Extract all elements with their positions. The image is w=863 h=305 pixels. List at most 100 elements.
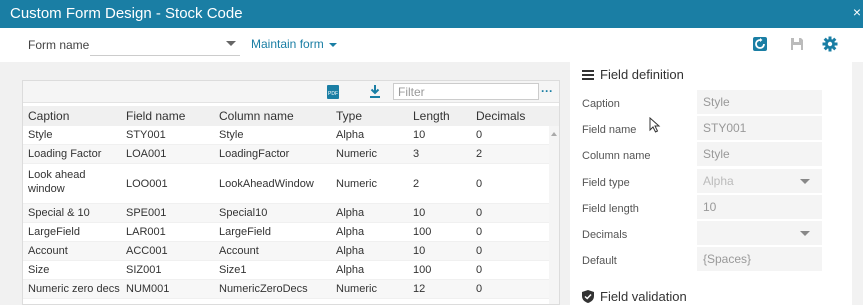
cell-length: 100 xyxy=(413,264,432,276)
title-bar: Custom Form Design - Stock Code × xyxy=(0,0,863,28)
download-icon[interactable] xyxy=(369,85,381,98)
shield-check-icon xyxy=(582,290,594,303)
table-row[interactable]: Loading Factor LOA001 LoadingFactor Nume… xyxy=(23,145,549,164)
cell-field-name: SIZ001 xyxy=(126,264,162,276)
cell-field-name: LOO001 xyxy=(126,178,168,190)
refresh-icon[interactable] xyxy=(752,36,768,52)
cell-column-name: Special10 xyxy=(219,207,268,219)
column-header-type[interactable]: Type xyxy=(336,109,362,123)
field-name-field[interactable]: STY001 xyxy=(697,116,822,140)
column-header-length[interactable]: Length xyxy=(413,109,450,123)
scroll-up-icon[interactable] xyxy=(551,132,557,136)
field-length-label: Field length xyxy=(582,203,639,215)
cell-decimals: 0 xyxy=(476,207,483,219)
form-name-label: Form name xyxy=(28,38,90,52)
field-type-select[interactable]: Alpha xyxy=(697,169,822,193)
decimals-select[interactable] xyxy=(697,221,822,245)
settings-icon[interactable] xyxy=(822,36,838,52)
filter-input[interactable] xyxy=(393,83,539,100)
fields-grid: PDF ··· Caption Field name Column name T… xyxy=(22,80,560,305)
cell-type: Numeric xyxy=(336,148,377,160)
more-options-icon[interactable]: ··· xyxy=(541,84,553,98)
table-row[interactable]: Numeric zero decs NUM001 NumericZeroDecs… xyxy=(23,280,549,299)
cell-field-name: NUM001 xyxy=(126,283,170,295)
table-row[interactable]: LargeField LAR001 LargeField Alpha 100 0 xyxy=(23,223,549,242)
save-icon[interactable] xyxy=(789,36,805,52)
cell-caption: Style xyxy=(28,129,53,141)
cell-field-name: STY001 xyxy=(126,129,166,141)
cell-field-name: LAR001 xyxy=(126,226,166,238)
cell-decimals: 0 xyxy=(476,178,483,190)
cell-type: Alpha xyxy=(336,245,365,257)
cell-field-name: ACC001 xyxy=(126,245,168,257)
cell-type: Numeric xyxy=(336,178,377,190)
cell-column-name: LargeField xyxy=(219,226,271,238)
cell-type: Alpha xyxy=(336,264,365,276)
cell-type: Numeric xyxy=(336,283,377,295)
cell-decimals: 0 xyxy=(476,245,483,257)
chevron-down-icon xyxy=(800,179,810,184)
pdf-icon[interactable]: PDF xyxy=(327,85,339,99)
cell-field-name: LOA001 xyxy=(126,148,167,160)
table-row[interactable]: Look ahead window LOO001 LookAheadWindow… xyxy=(23,164,549,204)
field-definition-panel: Field definition Caption Style Field nam… xyxy=(570,62,852,305)
maintain-form-menu[interactable]: Maintain form xyxy=(251,37,337,51)
cell-caption: Special & 10 xyxy=(28,207,90,219)
default-field[interactable]: {Spaces} xyxy=(697,247,822,271)
cell-column-name: Style xyxy=(219,129,244,141)
decimals-label: Decimals xyxy=(582,229,628,241)
cell-decimals: 2 xyxy=(476,148,483,160)
default-label: Default xyxy=(582,255,617,267)
form-toolbar: Form name Maintain form xyxy=(0,28,863,62)
close-icon[interactable]: × xyxy=(853,4,861,20)
cell-caption: Loading Factor xyxy=(28,148,102,160)
mouse-cursor-icon xyxy=(649,117,661,133)
form-name-input[interactable] xyxy=(90,34,240,56)
field-name-label: Field name xyxy=(582,124,637,136)
list-icon xyxy=(582,70,594,80)
svg-text:PDF: PDF xyxy=(328,91,338,97)
caption-label: Caption xyxy=(582,98,620,110)
panel-scroll-gutter xyxy=(852,62,863,305)
table-row[interactable]: Account ACC001 Account Alpha 10 0 xyxy=(23,242,549,261)
column-header-decimals[interactable]: Decimals xyxy=(476,109,525,123)
chevron-down-icon[interactable] xyxy=(226,41,236,46)
cell-column-name: LookAheadWindow xyxy=(219,178,314,190)
caption-field[interactable]: Style xyxy=(697,90,822,114)
field-length-field[interactable]: 10 xyxy=(697,195,822,219)
cell-decimals: 0 xyxy=(476,226,483,238)
cell-type: Alpha xyxy=(336,207,365,219)
column-header-field-name[interactable]: Field name xyxy=(126,109,185,123)
field-validation-title: Field validation xyxy=(600,289,687,304)
window-title: Custom Form Design - Stock Code xyxy=(10,5,243,22)
cell-caption: LargeField xyxy=(28,226,80,238)
cell-length: 2 xyxy=(413,178,420,190)
column-header-column-name[interactable]: Column name xyxy=(219,109,294,123)
cell-type: Alpha xyxy=(336,226,365,238)
cell-column-name: Size1 xyxy=(219,264,247,276)
cell-length: 10 xyxy=(413,129,426,141)
chevron-down-icon xyxy=(328,42,337,47)
cell-length: 3 xyxy=(413,148,420,160)
cell-length: 10 xyxy=(413,245,426,257)
cell-field-name: SPE001 xyxy=(126,207,167,219)
column-name-field[interactable]: Style xyxy=(697,142,822,166)
field-definition-title: Field definition xyxy=(600,67,684,82)
cell-caption: Size xyxy=(28,264,50,276)
cell-length: 12 xyxy=(413,283,426,295)
cell-column-name: LoadingFactor xyxy=(219,148,290,160)
cell-length: 10 xyxy=(413,207,426,219)
table-row[interactable]: Size SIZ001 Size1 Alpha 100 0 xyxy=(23,261,549,280)
cell-column-name: Account xyxy=(219,245,259,257)
chevron-down-icon xyxy=(800,231,810,236)
cell-caption: Look ahead window xyxy=(28,169,86,195)
table-row[interactable]: Special & 10 SPE001 Special10 Alpha 10 0 xyxy=(23,204,549,223)
cell-column-name: NumericZeroDecs xyxy=(219,283,308,295)
column-name-label: Column name xyxy=(582,150,651,162)
cell-caption: Account xyxy=(28,245,68,257)
table-row[interactable]: Style STY001 Style Alpha 10 0 xyxy=(23,126,549,145)
cell-decimals: 0 xyxy=(476,283,483,295)
column-header-caption[interactable]: Caption xyxy=(28,109,69,123)
cell-length: 100 xyxy=(413,226,432,238)
grid-scrollbar[interactable] xyxy=(549,126,559,304)
